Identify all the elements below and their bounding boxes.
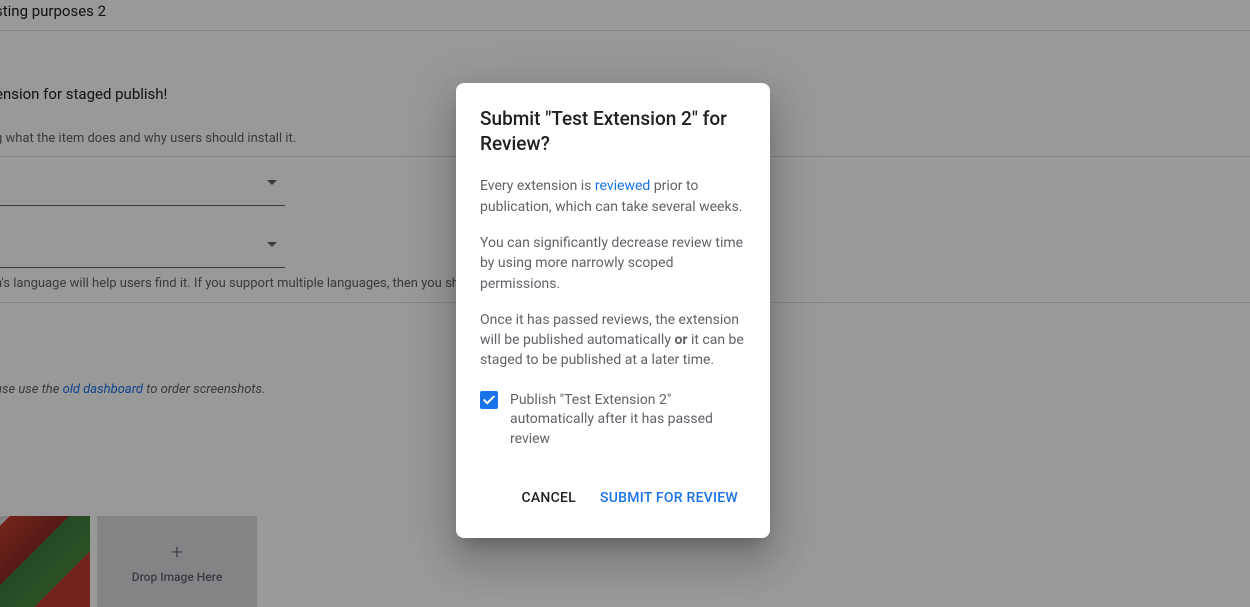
text-fragment: Every extension is	[480, 178, 595, 194]
dialog-paragraph-3: Once it has passed reviews, the extensio…	[480, 310, 746, 371]
auto-publish-option[interactable]: Publish "Test Extension 2" automatically…	[480, 391, 746, 450]
dialog-title: Submit "Test Extension 2" for Review?	[480, 107, 746, 156]
auto-publish-checkbox[interactable]	[480, 391, 498, 409]
dialog-actions: CANCEL SUBMIT FOR REVIEW	[480, 482, 746, 514]
text-emphasis: or	[674, 332, 687, 348]
dialog-paragraph-2: You can significantly decrease review ti…	[480, 233, 746, 294]
submit-review-dialog: Submit "Test Extension 2" for Review? Ev…	[456, 83, 770, 538]
cancel-button[interactable]: CANCEL	[514, 482, 584, 514]
reviewed-link[interactable]: reviewed	[595, 178, 650, 194]
submit-for-review-button[interactable]: SUBMIT FOR REVIEW	[592, 482, 746, 514]
auto-publish-label: Publish "Test Extension 2" automatically…	[510, 391, 746, 450]
dialog-body: Every extension is reviewed prior to pub…	[480, 176, 746, 449]
dialog-paragraph-1: Every extension is reviewed prior to pub…	[480, 176, 746, 217]
